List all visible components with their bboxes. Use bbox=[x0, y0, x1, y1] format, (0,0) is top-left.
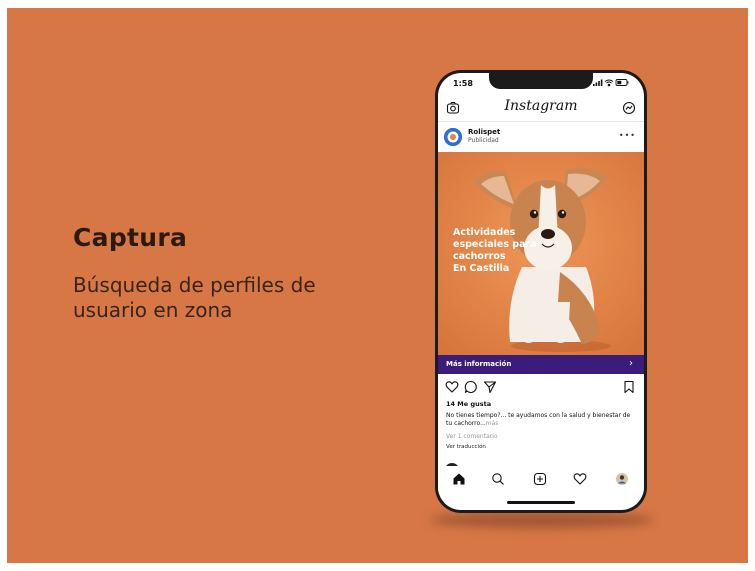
more-options-icon[interactable]: ••• bbox=[619, 131, 636, 140]
post-actions bbox=[438, 375, 644, 397]
app-header: Instagram bbox=[438, 95, 644, 122]
comment-icon[interactable] bbox=[464, 380, 478, 394]
post-image[interactable]: Actividades especiales para cachorros En… bbox=[438, 152, 644, 355]
bookmark-icon[interactable] bbox=[622, 380, 636, 394]
see-translation-link[interactable]: Ver traducción bbox=[446, 444, 486, 450]
activity-icon[interactable] bbox=[573, 472, 587, 486]
signal-icon bbox=[593, 79, 603, 86]
sponsored-label: Publicidad bbox=[468, 137, 499, 144]
chevron-right-icon: › bbox=[629, 358, 633, 369]
caption-text: No tienes tiempo?... te ayudamos con la … bbox=[446, 412, 631, 427]
instagram-logo: Instagram bbox=[504, 98, 578, 114]
ad-overlay-text: Actividades especiales para cachorros En… bbox=[453, 227, 563, 275]
phone-shadow bbox=[430, 512, 654, 528]
share-icon[interactable] bbox=[483, 380, 497, 394]
likes-count[interactable]: 14 Me gusta bbox=[446, 400, 491, 408]
battery-icon bbox=[615, 79, 629, 86]
ad-text-line: especiales para bbox=[453, 239, 537, 250]
status-icons bbox=[593, 79, 629, 87]
home-icon[interactable] bbox=[452, 472, 466, 486]
status-time: 1:58 bbox=[453, 79, 473, 88]
add-icon[interactable] bbox=[533, 472, 547, 486]
caption-more-link[interactable]: más bbox=[486, 420, 499, 427]
avatar[interactable] bbox=[444, 128, 462, 146]
heart-icon[interactable] bbox=[445, 380, 459, 394]
view-comments-link[interactable]: Ver 1 comentario bbox=[446, 433, 498, 440]
tab-bar bbox=[438, 466, 644, 494]
post-header: Rolispet Publicidad ••• bbox=[438, 122, 644, 152]
ad-text-line: En Castilla bbox=[453, 263, 510, 274]
more-info-button[interactable]: Más información › bbox=[438, 355, 644, 374]
post-caption: No tienes tiempo?... te ayudamos con la … bbox=[446, 412, 632, 428]
profile-icon[interactable] bbox=[615, 472, 629, 486]
more-info-label: Más información bbox=[446, 360, 512, 368]
page-title: Captura bbox=[73, 223, 188, 252]
ad-text-line: cachorros bbox=[453, 251, 506, 262]
home-indicator bbox=[507, 501, 575, 504]
status-bar: 1:58 bbox=[438, 73, 644, 95]
account-name[interactable]: Rolispet bbox=[468, 128, 500, 136]
rolispet-logo-icon bbox=[444, 128, 462, 146]
search-icon[interactable] bbox=[491, 472, 505, 486]
ad-text-line: Actividades bbox=[453, 227, 516, 238]
phone-notch bbox=[489, 73, 593, 89]
page-subtitle: Búsqueda de perfiles de usuario en zona bbox=[73, 273, 316, 322]
phone-screen: 1:58 Instagram Rolispet Publicidad ••• A… bbox=[438, 73, 644, 510]
messenger-icon[interactable] bbox=[622, 101, 636, 115]
wifi-icon bbox=[604, 79, 614, 87]
